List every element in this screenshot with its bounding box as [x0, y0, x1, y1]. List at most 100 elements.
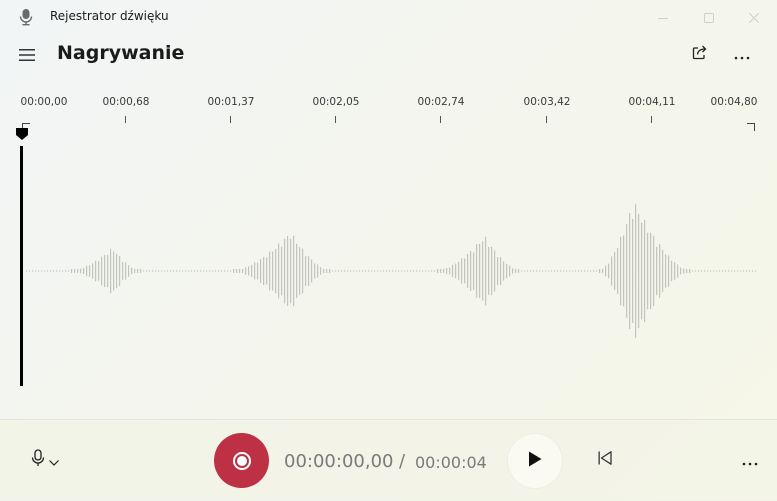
- waveform-bar: [401, 270, 403, 272]
- waveform-bar: [176, 270, 178, 272]
- waveform-bar: [284, 238, 286, 304]
- waveform-bar: [185, 270, 187, 272]
- waveform-bar: [215, 270, 217, 272]
- waveform-bar: [302, 248, 304, 294]
- close-icon: [748, 8, 760, 27]
- waveform-bar: [203, 270, 205, 272]
- waveform-bar: [713, 270, 715, 272]
- share-button[interactable]: [688, 42, 712, 66]
- microphone-app-icon: [17, 8, 35, 26]
- waveform-bar: [104, 254, 106, 288]
- waveform-bar: [455, 263, 457, 279]
- waveform-bar: [350, 270, 352, 272]
- waveform-bar: [170, 270, 172, 272]
- waveform-bar: [320, 267, 322, 275]
- more-options-button[interactable]: [738, 449, 762, 471]
- waveform-bar: [479, 243, 481, 299]
- waveform-bar: [209, 270, 211, 272]
- maximize-button[interactable]: [686, 0, 732, 34]
- waveform-bar: [668, 255, 670, 287]
- timeline-ruler[interactable]: 00:00,00 00:00,68 00:01,37 00:02,05 00:0…: [0, 88, 777, 131]
- waveform-bar: [521, 270, 523, 272]
- waveform-bar: [239, 269, 241, 273]
- waveform-bar: [131, 267, 133, 275]
- play-button[interactable]: [508, 434, 562, 488]
- waveform-bar: [146, 270, 148, 272]
- waveform-bar: [122, 261, 124, 281]
- waveform-bar: [317, 264, 319, 278]
- waveform-bar: [95, 260, 97, 282]
- waveform-bar: [356, 270, 358, 272]
- waveform-bar: [536, 270, 538, 272]
- waveform-bar: [581, 270, 583, 272]
- waveform-bar: [188, 270, 190, 272]
- waveform-bar: [473, 252, 475, 290]
- waveform-bar: [80, 268, 82, 274]
- waveform-bar: [638, 213, 640, 329]
- record-button[interactable]: [214, 433, 269, 488]
- waveform-bar: [644, 219, 646, 323]
- waveform-bar: [230, 270, 232, 272]
- microphone-select-button[interactable]: [24, 447, 66, 473]
- waveform-bar: [167, 270, 169, 272]
- waveform-bar: [686, 269, 688, 273]
- playhead[interactable]: [16, 128, 28, 386]
- waveform-bar: [299, 247, 301, 295]
- waveform-bar: [623, 235, 625, 307]
- timeline-tick-label: 00:03,42: [523, 96, 571, 108]
- waveform-bar: [38, 270, 40, 272]
- timeline-tick-mark: [230, 116, 231, 123]
- waveform-bar: [500, 257, 502, 285]
- waveform-bar: [506, 263, 508, 279]
- waveform-bar: [572, 270, 574, 272]
- waveform-bar: [56, 270, 58, 272]
- skip-to-start-button[interactable]: [594, 449, 616, 471]
- waveform-bar: [566, 270, 568, 272]
- navigation-menu-button[interactable]: [16, 44, 38, 66]
- waveform-bar: [728, 270, 730, 272]
- more-options-button[interactable]: [730, 42, 754, 66]
- waveform-bar: [326, 269, 328, 273]
- waveform-bar: [143, 270, 145, 272]
- time-separator: /: [399, 451, 406, 472]
- waveform-bar: [269, 251, 271, 291]
- waveform-bar: [227, 270, 229, 272]
- waveform-bar: [719, 270, 721, 272]
- timeline-tick-label: 00:04,80: [710, 96, 758, 108]
- timeline-tick-label: 00:04,11: [628, 96, 676, 108]
- waveform-bar: [212, 270, 214, 272]
- waveform-bar: [221, 270, 223, 272]
- waveform[interactable]: [0, 128, 777, 418]
- waveform-bar: [254, 262, 256, 280]
- minimize-icon: [658, 8, 668, 27]
- waveform-bar: [662, 249, 664, 293]
- waveform-bar: [101, 256, 103, 286]
- waveform-bar: [665, 254, 667, 288]
- waveform-bar: [632, 219, 634, 323]
- waveform-bar: [599, 269, 601, 273]
- close-button[interactable]: [731, 0, 777, 34]
- waveform-bar: [509, 265, 511, 277]
- playhead-handle: [16, 128, 28, 140]
- waveform-bar: [257, 262, 259, 280]
- microphone-icon: [31, 449, 45, 471]
- minimize-button[interactable]: [640, 0, 686, 34]
- title-bar: Rejestrator dźwięku: [0, 0, 777, 34]
- waveform-bar: [704, 270, 706, 272]
- waveform-bar: [749, 270, 751, 272]
- waveform-bar: [224, 270, 226, 272]
- waveform-bar: [98, 261, 100, 281]
- record-icon: [232, 451, 251, 470]
- waveform-bar: [287, 235, 289, 307]
- waveform-bar: [158, 270, 160, 272]
- waveform-bar: [656, 246, 658, 296]
- waveform-bar: [422, 270, 424, 272]
- waveform-bar: [716, 270, 718, 272]
- waveform-bar: [359, 270, 361, 272]
- waveform-bar: [233, 269, 235, 273]
- waveform-bar: [107, 254, 109, 288]
- waveform-bar: [311, 259, 313, 283]
- waveform-bar: [569, 270, 571, 272]
- waveform-bar: [344, 270, 346, 272]
- waveform-bar: [386, 270, 388, 272]
